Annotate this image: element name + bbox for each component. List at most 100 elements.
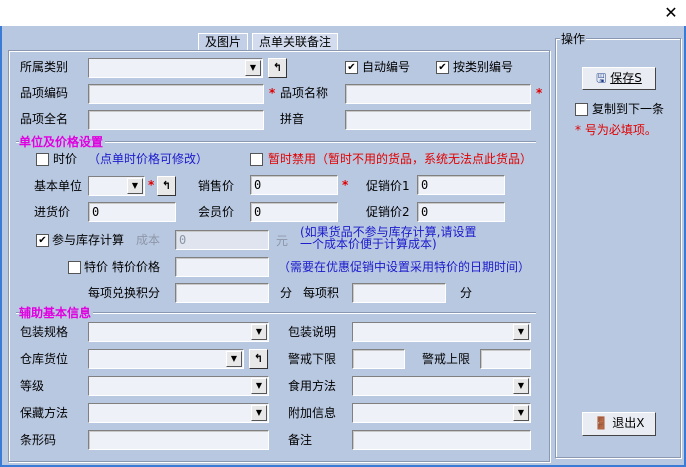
unit-label: 基本单位 (34, 179, 83, 193)
special-price-input[interactable] (175, 257, 269, 277)
chevron-down-icon: ▼ (127, 178, 143, 194)
extra-label: 附加信息 (288, 406, 337, 420)
tab-images[interactable]: 及图片 (198, 33, 249, 51)
chevron-down-icon: ▼ (513, 405, 529, 421)
category-select-button[interactable]: ↰ (268, 58, 287, 78)
chevron-down-icon: ▼ (513, 324, 529, 340)
promo2-label: 促销价2 (366, 205, 410, 219)
auto-number-checkbox[interactable]: ✔ (345, 61, 358, 74)
sale-price-input[interactable]: 0 (250, 175, 338, 195)
pinyin-input[interactable] (345, 110, 531, 130)
required-star: * (269, 86, 276, 100)
copy-next-checkbox[interactable] (575, 103, 588, 116)
promo1-input[interactable]: 0 (417, 175, 505, 195)
pack-desc-label: 包装说明 (288, 325, 337, 339)
max-input[interactable] (480, 349, 531, 369)
chevron-down-icon: ▼ (251, 324, 267, 340)
code-input[interactable] (88, 84, 264, 104)
chevron-down-icon: ▼ (245, 60, 261, 76)
storage-label: 保藏方法 (20, 406, 69, 420)
auto-number-label: 自动编号 (362, 60, 411, 74)
tab-order-notes[interactable]: 点单关联备注 (252, 33, 339, 51)
pack-spec-combo[interactable]: ▼ (88, 322, 269, 342)
by-category-label: 按类别编号 (453, 60, 514, 74)
max-label: 警戒上限 (422, 352, 471, 366)
unit-combo[interactable]: ▼ (88, 176, 145, 196)
barcode-input[interactable] (88, 430, 269, 450)
category-label: 所属类别 (20, 60, 69, 74)
required-star: * (342, 178, 349, 192)
location-label: 仓库货位 (20, 352, 69, 366)
price-section-title: 单位及价格设置 (19, 133, 106, 150)
yuan-label: 元 (276, 234, 289, 248)
stock-calc-checkbox[interactable]: ✔ (36, 234, 49, 247)
time-price-note: （点单时价格可修改） (88, 152, 209, 166)
promo1-label: 促销价1 (366, 179, 410, 193)
code-label: 品项编码 (20, 86, 69, 100)
chevron-down-icon: ▼ (251, 405, 267, 421)
storage-combo[interactable]: ▼ (88, 403, 269, 423)
required-note: * 号为必填项。 (575, 123, 657, 137)
name-label: 品项名称 (280, 86, 329, 100)
grade-label: 等级 (20, 379, 45, 393)
time-price-checkbox[interactable] (36, 153, 49, 166)
unit-select-button[interactable]: ↰ (157, 176, 176, 196)
purchase-label: 进货价 (34, 205, 71, 219)
chevron-down-icon: ▼ (251, 378, 267, 394)
location-combo[interactable]: ▼ (88, 349, 244, 369)
promo2-input[interactable]: 0 (417, 202, 505, 222)
location-select-button[interactable]: ↰ (249, 349, 268, 369)
points-unit: 分 (280, 286, 293, 300)
points-label: 每项兑换积分 (88, 286, 161, 300)
extra-combo[interactable]: ▼ (352, 403, 531, 423)
title-bar: ✕ (0, 0, 686, 26)
remark-input[interactable] (352, 430, 531, 450)
required-star: * (148, 178, 155, 192)
cost-label: 成本 (136, 233, 161, 247)
time-price-label: 时价 (53, 152, 78, 166)
special-label: 特价 (84, 260, 109, 274)
floppy-disk-icon: 🖫 (596, 71, 607, 85)
close-button[interactable]: ✕ (660, 2, 682, 24)
required-star: * (536, 86, 543, 100)
per-item-input[interactable] (352, 283, 446, 303)
points-input[interactable] (175, 283, 269, 303)
cost-input[interactable]: 0 (175, 230, 269, 250)
category-combo[interactable]: ▼ (88, 58, 263, 78)
aux-section-title: 辅助基本信息 (19, 304, 94, 321)
fullname-input[interactable] (88, 110, 264, 130)
pinyin-label: 拼音 (280, 112, 305, 126)
member-input[interactable]: 0 (250, 202, 338, 222)
special-checkbox[interactable] (68, 261, 81, 274)
grade-combo[interactable]: ▼ (88, 376, 269, 396)
per-item-label: 每项积 (303, 286, 340, 300)
chevron-down-icon: ▼ (513, 378, 529, 394)
pack-desc-combo[interactable]: ▼ (352, 322, 531, 342)
actions-title: 操作 (560, 30, 587, 47)
stock-calc-label: 参与库存计算 (52, 233, 125, 247)
copy-next-label: 复制到下一条 (592, 102, 665, 116)
barcode-label: 条形码 (20, 433, 57, 447)
cost-note-line2: 一个成本价便于计算成本) (300, 237, 437, 251)
usage-combo[interactable]: ▼ (352, 376, 531, 396)
sale-price-label: 销售价 (198, 179, 235, 193)
exit-door-icon: 🚪 (593, 416, 609, 430)
disable-label: 暂时禁用（暂时不用的货品，系统无法点此货品） (268, 152, 533, 166)
section-divider (16, 312, 536, 314)
name-input[interactable] (345, 84, 531, 104)
disable-checkbox[interactable] (250, 153, 263, 166)
exit-button[interactable]: 🚪 退出X (582, 412, 656, 436)
usage-label: 食用方法 (288, 379, 337, 393)
chevron-down-icon: ▼ (226, 351, 242, 367)
min-input[interactable] (352, 349, 405, 369)
fullname-label: 品项全名 (20, 112, 69, 126)
save-label: 保存S (610, 71, 642, 85)
pack-spec-label: 包装规格 (20, 325, 69, 339)
by-category-checkbox[interactable]: ✔ (436, 61, 449, 74)
member-label: 会员价 (198, 205, 235, 219)
special-note: （需要在优惠促销中设置采用特价的日期时间） (278, 260, 531, 274)
remark-label: 备注 (288, 433, 313, 447)
purchase-input[interactable]: 0 (88, 202, 176, 222)
exit-label: 退出X (612, 416, 645, 430)
save-button[interactable]: 🖫 保存S (582, 67, 656, 90)
